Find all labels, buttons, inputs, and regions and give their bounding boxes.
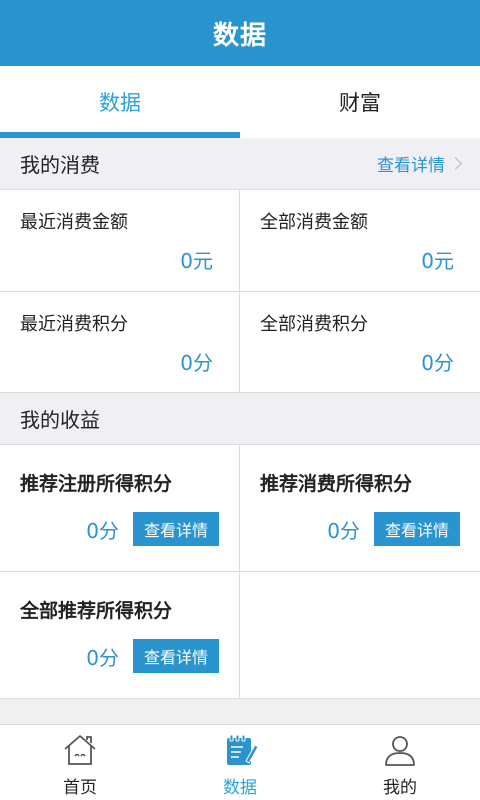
referral-register-label: 推荐注册所得积分 xyxy=(20,473,173,495)
bottom-nav: 首页 数据 我的 xyxy=(0,724,480,800)
referral-consume-label: 推荐消费所得积分 xyxy=(260,473,413,495)
recent-amount-value: 0元 xyxy=(180,249,213,273)
recent-amount-label: 最近消费金额 xyxy=(20,212,128,233)
total-amount-cell: 全部消费金额 0元 xyxy=(240,190,480,292)
referral-total-value: 0分 xyxy=(86,646,119,670)
nav-data-label: 数据 xyxy=(223,778,257,798)
referral-register-cell: 推荐注册所得积分 0分 查看详情 xyxy=(0,445,240,572)
tab-bar: 数据 财富 xyxy=(0,66,480,138)
total-points-value: 0分 xyxy=(421,351,454,375)
notepad-icon xyxy=(227,734,259,765)
total-amount-value: 0元 xyxy=(421,249,454,273)
recent-amount-cell: 最近消费金额 0元 xyxy=(0,190,240,292)
empty-cell xyxy=(240,572,480,699)
tab-wealth[interactable]: 财富 xyxy=(240,66,480,138)
recent-points-cell: 最近消费积分 0分 xyxy=(0,292,240,393)
chevron-right-icon xyxy=(449,157,462,170)
referral-consume-value: 0分 xyxy=(327,519,360,543)
consumption-section-header: 我的消费 查看详情 xyxy=(0,138,480,190)
nav-mine-label: 我的 xyxy=(383,778,417,798)
nav-home-label: 首页 xyxy=(63,778,97,798)
nav-home[interactable]: 首页 xyxy=(0,725,160,800)
earnings-section-header: 我的收益 xyxy=(0,393,480,445)
referral-register-value: 0分 xyxy=(86,519,119,543)
home-icon xyxy=(64,735,96,765)
total-points-label: 全部消费积分 xyxy=(260,314,368,335)
consumption-detail-link[interactable]: 查看详情 xyxy=(377,151,462,176)
referral-consume-detail-button[interactable]: 查看详情 xyxy=(374,512,460,546)
referral-total-cell: 全部推荐所得积分 0分 查看详情 xyxy=(0,572,240,699)
consumption-detail-label: 查看详情 xyxy=(377,156,445,176)
nav-mine[interactable]: 我的 xyxy=(320,725,480,800)
total-points-cell: 全部消费积分 0分 xyxy=(240,292,480,393)
recent-points-label: 最近消费积分 xyxy=(20,314,128,335)
earnings-section-title: 我的收益 xyxy=(20,408,100,432)
recent-points-value: 0分 xyxy=(180,351,213,375)
referral-total-detail-button[interactable]: 查看详情 xyxy=(133,639,219,673)
title-bar: 数据 xyxy=(0,0,480,66)
referral-total-label: 全部推荐所得积分 xyxy=(20,600,173,622)
total-amount-label: 全部消费金额 xyxy=(260,212,368,233)
consumption-section-title: 我的消费 xyxy=(20,153,100,177)
page-title: 数据 xyxy=(212,20,267,51)
nav-data[interactable]: 数据 xyxy=(160,725,320,800)
tab-data[interactable]: 数据 xyxy=(0,66,240,138)
user-icon xyxy=(385,736,415,766)
referral-consume-cell: 推荐消费所得积分 0分 查看详情 xyxy=(240,445,480,572)
referral-register-detail-button[interactable]: 查看详情 xyxy=(133,512,219,546)
